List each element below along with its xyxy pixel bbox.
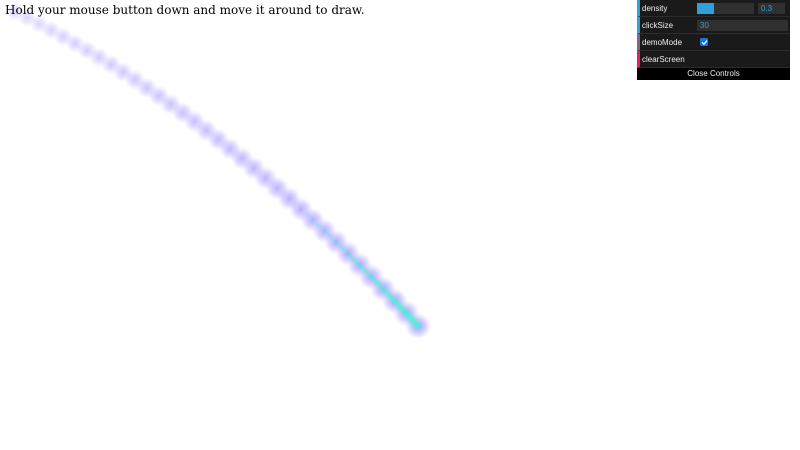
density-input[interactable]: 0.3 — [758, 2, 785, 14]
density-control: density 0.3 — [637, 0, 790, 17]
checkmark-icon — [701, 39, 707, 45]
clearscreen-control[interactable]: clearScreen — [637, 51, 790, 68]
clicksize-input[interactable]: 30 — [697, 19, 788, 31]
demomode-control: demoMode — [637, 34, 790, 51]
controls-panel: density 0.3 clickSize 30 demoMode clearS… — [637, 0, 790, 80]
clicksize-control: clickSize 30 — [637, 17, 790, 34]
instructions-text: Hold your mouse button down and move it … — [5, 3, 365, 17]
density-label: density — [642, 3, 668, 13]
density-slider[interactable] — [697, 2, 754, 14]
demomode-label: demoMode — [642, 37, 683, 47]
close-controls-button[interactable]: Close Controls — [637, 68, 790, 80]
demomode-checkbox[interactable] — [700, 38, 708, 46]
clearscreen-label: clearScreen — [642, 54, 685, 64]
density-slider-fill — [697, 2, 715, 14]
clicksize-label: clickSize — [642, 20, 674, 30]
